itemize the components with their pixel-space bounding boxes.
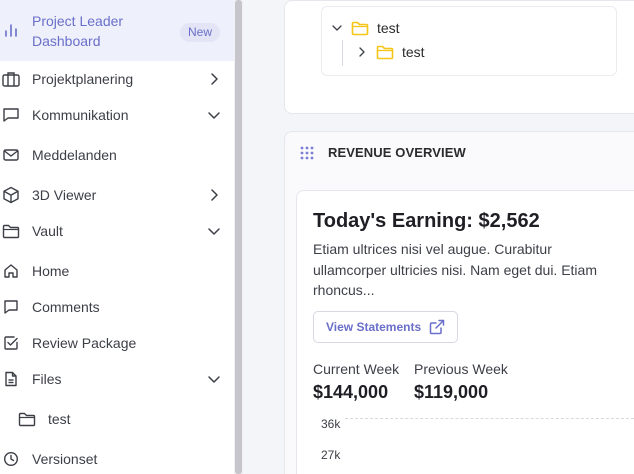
previous-week-value: $119,000 [414,382,489,402]
mail-icon [2,146,20,164]
view-statements-button[interactable]: View Statements [313,311,458,343]
sidebar-item-kommunikation[interactable]: Kommunikation [0,97,234,133]
sidebar-item-projektplanering[interactable]: Projektplanering [0,61,234,97]
briefcase-icon [2,70,20,88]
tree-node-label: test [377,20,400,36]
sidebar-item-vault[interactable]: Vault [0,213,234,249]
tree-node-label: test [402,44,425,60]
previous-week-label: Previous Week [414,361,508,377]
scrollbar-thumb[interactable] [235,0,242,474]
sidebar-item-label: Files [32,371,62,387]
sidebar-item-test-folder[interactable]: test [0,401,234,437]
folder-icon [351,21,369,36]
revenue-overview-title: REVENUE OVERVIEW [328,145,466,160]
drag-handle-icon[interactable] [300,146,314,160]
sidebar-item-project-leader-dashboard[interactable]: Project Leader Dashboard New [0,0,234,61]
sidebar-item-comments[interactable]: Comments [0,289,234,325]
new-badge: New [180,23,221,42]
folder-icon [2,222,20,240]
external-link-icon [429,319,445,340]
home-icon [2,262,20,280]
chevron-down-icon [206,107,222,123]
button-label: View Statements [326,320,422,334]
sidebar-item-meddelanden[interactable]: Meddelanden [0,137,234,173]
sidebar-item-label: 3D Viewer [32,187,97,203]
sidebar-item-review-package[interactable]: Review Package [0,325,234,361]
tree-node-child[interactable]: test [356,43,425,61]
file-icon [2,370,20,388]
checkbox-icon [2,334,20,352]
chevron-down-icon [206,371,222,387]
cube-icon [2,186,20,204]
chevron-down-icon[interactable] [331,24,343,32]
comment-icon [2,298,20,316]
sidebar-item-label: Project Leader Dashboard [32,13,124,49]
y-tick-label: 27k [321,448,341,462]
earning-description: Etiam ultrices nisi vel augue. Curabitur… [313,241,597,298]
sidebar: Project Leader Dashboard New Projektplan… [0,0,234,474]
current-week-value: $144,000 [313,382,389,402]
sidebar-item-label: Meddelanden [32,147,117,163]
sidebar-item-versionset[interactable]: Versionset [0,441,234,474]
chevron-right-icon [206,187,222,203]
bar-chart-icon [2,21,20,39]
file-tree [321,6,617,76]
gridline [345,418,634,419]
chevron-down-icon [206,223,222,239]
folder-icon [18,410,36,428]
sidebar-item-label: Review Package [32,335,137,351]
clock-icon [2,450,20,468]
sidebar-item-label: test [48,411,71,427]
sidebar-item-files[interactable]: Files [0,361,234,397]
todays-earning-title: Today's Earning: $2,562 [313,210,540,232]
sidebar-item-3d-viewer[interactable]: 3D Viewer [0,177,234,213]
chat-icon [2,106,20,124]
sidebar-item-label: Home [32,263,70,279]
sidebar-item-label: Projektplanering [32,71,134,87]
sidebar-item-label: Vault [32,223,63,239]
sidebar-item-label: Kommunikation [32,107,129,123]
y-tick-label: 36k [321,417,341,431]
sidebar-item-home[interactable]: Home [0,253,234,289]
tree-guide-line [342,40,343,66]
sidebar-item-label: Versionset [32,451,98,467]
chevron-right-icon [206,71,222,87]
current-week-label: Current Week [313,361,400,377]
chevron-right-icon[interactable] [356,47,368,57]
folder-icon [376,45,394,60]
sidebar-item-label: Comments [32,299,100,315]
tree-node-root[interactable]: test [331,19,400,37]
